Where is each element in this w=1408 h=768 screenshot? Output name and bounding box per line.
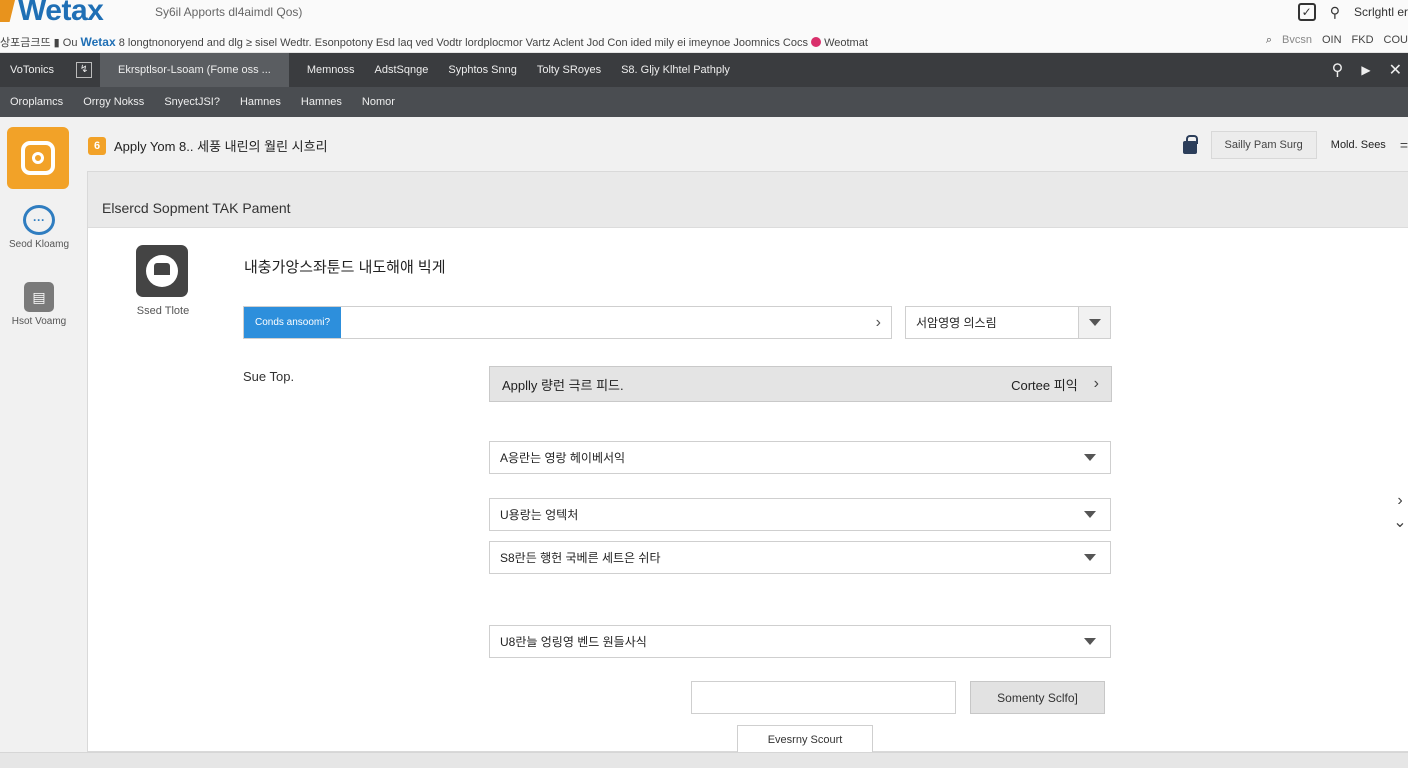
ticker-brand[interactable]: Wetax	[81, 35, 116, 49]
submit-button[interactable]: Somenty Sclfo]	[970, 681, 1105, 714]
user-icon[interactable]: ⚲	[1332, 60, 1344, 80]
dropdown-value: U8란늘 엉링영 벤드 원들사식	[500, 635, 647, 649]
ticker-text: 8 longtnonoryend and dlg ≥ sisel Wedtr. …	[118, 37, 808, 49]
play-icon[interactable]: ▶	[1361, 63, 1370, 77]
rail-item-chat[interactable]: ··· Seod Kloamg	[0, 205, 78, 250]
dropdown-select[interactable]: U용랑는 엉텍처	[489, 498, 1111, 531]
close-icon[interactable]: ✕	[1389, 60, 1402, 80]
secondary-button[interactable]: Evesrny Scourt	[737, 725, 873, 753]
lock-icon[interactable]	[1182, 134, 1198, 154]
nav-item[interactable]: VoTonics	[0, 64, 64, 76]
nav-item[interactable]: Tolty SRoyes	[527, 64, 611, 76]
nav2-item[interactable]: Oroplamcs	[0, 96, 73, 108]
segment-button[interactable]: Conds ansoomi?	[244, 307, 341, 338]
nav-item-active[interactable]: Ekrsptlsor-Lsoam (Fome oss ...	[100, 53, 289, 87]
ticker-right: ⌕ Bvcsn OIN FKD COU	[1257, 34, 1408, 47]
nav2-item[interactable]: Hamnes	[230, 96, 291, 108]
header-right-label[interactable]: Scrlghtl er	[1354, 5, 1408, 19]
chevron-right-icon[interactable]: ›	[876, 314, 881, 332]
ticker-right-item[interactable]: COU	[1384, 34, 1408, 47]
checkbox-icon[interactable]: ✓	[1297, 3, 1316, 21]
small-select-value: 서암영영 의스림	[916, 316, 997, 330]
secondary-nav: Oroplamcs Orrgy Nokss SnyectJSI? Hamnes …	[0, 87, 1408, 117]
dropdown-arrow-icon[interactable]	[1084, 638, 1096, 645]
chevron-down-icon[interactable]: ⌄	[1392, 512, 1408, 534]
dropdown-value: U용랑는 엉텍처	[500, 508, 579, 522]
dropdown-arrow-icon[interactable]	[1078, 307, 1110, 338]
page-title: Apply Yom 8.. 세풍 내린의 월린 시흐리	[114, 139, 328, 154]
form-title: 내충가앙스좌툰드 내도해애 빅게	[244, 259, 446, 276]
nav-right-icons: ⚲ ▶ ✕	[1332, 53, 1402, 87]
apply-bar[interactable]: Applly 량런 극르 피드. Cortee 피익 ›	[489, 366, 1112, 402]
logo-text: Wetax	[18, 0, 104, 27]
nav-item[interactable]: S8. Gljy Klhtel Pathply	[611, 64, 740, 76]
app-tile[interactable]	[7, 127, 69, 189]
dropdown-arrow-icon[interactable]	[1084, 511, 1096, 518]
rail-item-label: Hsot Voamg	[11, 316, 67, 327]
dropdown-value: A응란는 영랑 헤이베서익	[500, 451, 626, 465]
dropdown-select[interactable]: S8란든 행헌 국베른 세트은 쉬타	[489, 541, 1111, 574]
app-logo[interactable]: Wetax	[0, 0, 104, 28]
segment-field[interactable]: ›	[341, 307, 891, 338]
nav-item[interactable]: AdstSqnge	[365, 64, 439, 76]
tile-label: Ssed Tlote	[136, 305, 190, 317]
person-run-icon[interactable]: ⚲	[1330, 4, 1340, 21]
page-header-actions: Sailly Pam Surg Mold. Sees =	[1182, 131, 1408, 159]
nav2-item[interactable]: Hamnes	[291, 96, 352, 108]
primary-header-button[interactable]: Sailly Pam Surg	[1210, 131, 1317, 159]
chevron-right-icon[interactable]: ›	[1094, 375, 1099, 393]
rail-item-label: Seod Kloamg	[8, 239, 70, 250]
nav2-item[interactable]: SnyectJSI?	[154, 96, 230, 108]
dropdown-arrow-icon[interactable]	[1084, 554, 1096, 561]
camera-icon	[21, 141, 55, 175]
document-icon: ▤	[24, 282, 54, 312]
ticker-prefix: 상포금크뜨 ▮ Ou	[0, 37, 78, 49]
ticker-right-item[interactable]: OIN	[1322, 34, 1342, 47]
side-label: Sue Top.	[243, 369, 295, 384]
printer-tile-icon[interactable]	[136, 245, 188, 297]
search-icon[interactable]: ⌕	[1266, 34, 1272, 47]
ticker-right-item[interactable]: FKD	[1352, 34, 1374, 47]
header-subtitle: Sy6il Apports dl4aimdl Qos)	[155, 5, 303, 19]
expand-icon[interactable]: ↯	[76, 62, 93, 78]
chat-bubble-icon: ···	[23, 205, 55, 235]
page-breadcrumb: 6 Apply Yom 8.. 세풍 내린의 월린 시흐리	[88, 136, 328, 155]
side-scroll-arrows: › ⌄	[1392, 490, 1408, 534]
logo-mark-icon	[0, 0, 16, 22]
nav2-item[interactable]: Orrgy Nokss	[73, 96, 154, 108]
primary-nav: VoTonics ↯ Ekrsptlsor-Lsoam (Fome oss ..…	[0, 53, 1408, 87]
nav-item[interactable]: Syphtos Snng	[438, 64, 527, 76]
small-select[interactable]: 서암영영 의스림	[905, 306, 1111, 339]
dropdown-arrow-icon[interactable]	[1084, 454, 1096, 461]
header-right: ✓ ⚲ Scrlghtl er	[1297, 3, 1408, 21]
apply-action[interactable]: Cortee 피익	[1011, 375, 1078, 394]
bottom-strip	[0, 752, 1408, 768]
main-panel: Elsercd Sopment TAK Pament Ssed Tlote 내충…	[87, 171, 1408, 753]
apply-label: Applly 량런 극르 피드.	[502, 377, 624, 393]
dropdown-value: S8란든 행헌 국베른 세트은 쉬타	[500, 551, 661, 565]
left-rail: ··· Seod Kloamg ▤ Hsot Voamg	[0, 117, 78, 768]
nav-item[interactable]: Memnoss	[297, 64, 365, 76]
chevron-right-icon[interactable]: ›	[1392, 490, 1408, 512]
segment-input[interactable]: Conds ansoomi? ›	[243, 306, 892, 339]
ticker-right-item[interactable]: Bvcsn	[1282, 34, 1312, 47]
ticker-bar: 상포금크뜨 ▮ Ou Wetax 8 longtnonoryend and dl…	[0, 34, 1408, 50]
menu-icon[interactable]: =	[1400, 137, 1408, 153]
text-input[interactable]	[691, 681, 956, 714]
dropdown-select[interactable]: A응란는 영랑 헤이베서익	[489, 441, 1111, 474]
ticker-end[interactable]: Weotmat	[824, 37, 868, 49]
page-badge: 6	[88, 136, 106, 155]
header-link[interactable]: Mold. Sees	[1331, 139, 1386, 151]
rail-item-docs[interactable]: ▤ Hsot Voamg	[0, 282, 78, 327]
nav2-item[interactable]: Nomor	[352, 96, 405, 108]
dropdown-select[interactable]: U8란늘 엉링영 벤드 원들사식	[489, 625, 1111, 658]
e-brand-icon	[811, 37, 821, 47]
panel-header: Elsercd Sopment TAK Pament	[88, 172, 1408, 228]
top-header: Wetax Sy6il Apports dl4aimdl Qos) ✓ ⚲ Sc…	[0, 0, 1408, 53]
